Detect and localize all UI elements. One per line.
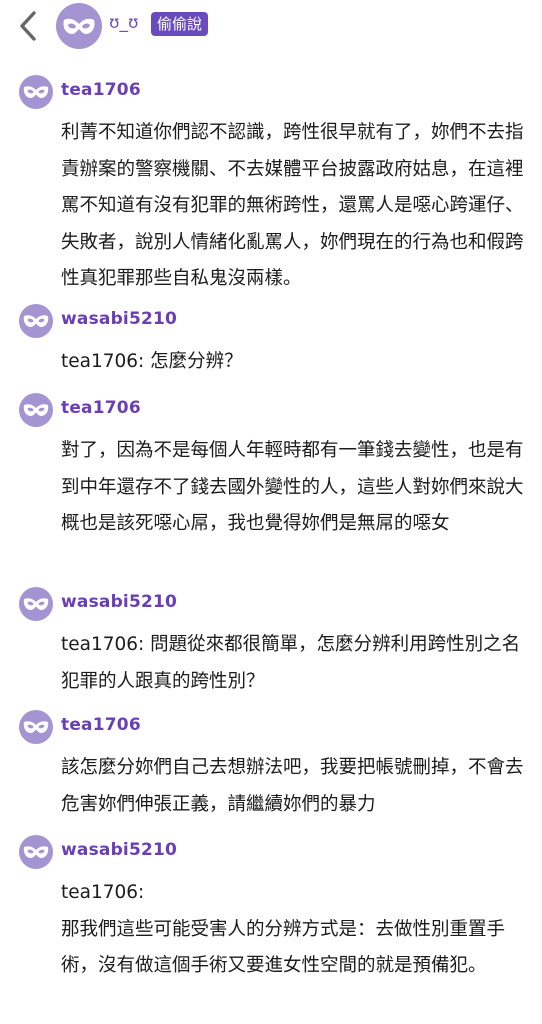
comment-author[interactable]: wasabi5210: [61, 592, 177, 612]
avatar[interactable]: [19, 304, 53, 338]
comment-text: tea1706: 問題從來都很簡單，怎麼分辨利用跨性別之名犯罪的人跟真的跨性別？: [61, 634, 521, 692]
anonymous-mask-icon: [23, 721, 49, 733]
comment-author[interactable]: wasabi5210: [61, 309, 177, 329]
anonymous-mask-icon: [23, 315, 49, 327]
poster-name[interactable]: ʊ_ʊ: [109, 13, 139, 33]
poster-avatar[interactable]: [56, 3, 102, 49]
avatar[interactable]: [19, 393, 53, 427]
comment-author[interactable]: tea1706: [61, 715, 141, 735]
anonymous-mask-icon: [23, 598, 49, 610]
avatar[interactable]: [19, 587, 53, 621]
avatar[interactable]: [19, 75, 53, 109]
comment-author[interactable]: tea1706: [61, 80, 141, 100]
comment-text: 利菁不知道你們認不認識，跨性很早就有了，妳們不去指責辦案的警察機關、不去媒體平台…: [61, 122, 524, 289]
comment-text: 該怎麼分妳們自己去想辦法吧，我要把帳號刪掉，不會去危害妳們伸張正義，請繼續妳們的…: [61, 757, 524, 815]
avatar[interactable]: [19, 835, 53, 869]
back-button[interactable]: [14, 8, 42, 44]
anonymous-badge: 偷偷說: [151, 12, 209, 36]
anonymous-mask-icon: [63, 18, 95, 34]
comment-author[interactable]: wasabi5210: [61, 840, 177, 860]
comment-text: tea1706: 怎麼分辨？: [61, 351, 243, 372]
anonymous-mask-icon: [23, 86, 49, 98]
comment-text: 對了，因為不是每個人年輕時都有一筆錢去變性，也是有到中年還存不了錢去國外變性的人…: [61, 440, 524, 534]
chevron-left-icon: [20, 11, 36, 41]
anonymous-mask-icon: [23, 404, 49, 416]
comment-text: tea1706: 那我們這些可能受害人的分辨方式是：去做性別重置手術，沒有做這個…: [61, 882, 506, 976]
anonymous-mask-icon: [23, 846, 49, 858]
comment-author[interactable]: tea1706: [61, 398, 141, 418]
post-header: ʊ_ʊ 偷偷說: [0, 0, 542, 52]
avatar[interactable]: [19, 710, 53, 744]
